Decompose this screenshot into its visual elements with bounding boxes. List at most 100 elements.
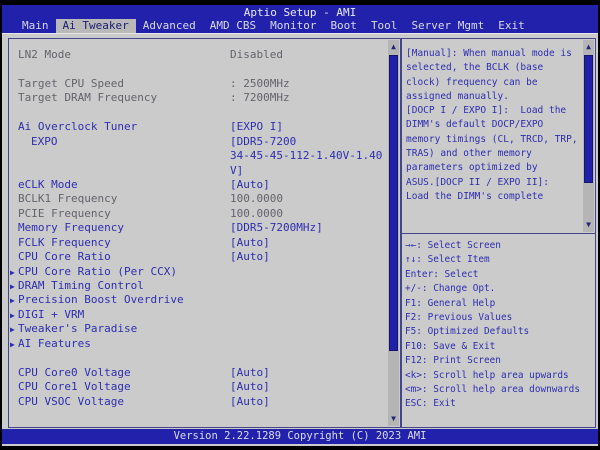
setting-value: : 7200MHz bbox=[230, 91, 290, 105]
setting-label: CPU VSOC Voltage bbox=[18, 395, 124, 408]
help-text-line: clock) frequency can be bbox=[406, 76, 581, 90]
setting-label: DRAM Timing Control bbox=[18, 279, 144, 292]
setting-row-cpu-core-ratio[interactable]: CPU Core Ratio [Auto] bbox=[9, 250, 387, 264]
setting-row-bclk1-frequency: BCLK1 Frequency100.0000 bbox=[9, 192, 387, 206]
submenu-arrow-icon: ▶ bbox=[10, 323, 15, 337]
setting-row-target-dram-frequency: Target DRAM Frequency : 7200MHz bbox=[9, 91, 387, 105]
help-text-line: memory timings (CL, TRCD, TRP, bbox=[406, 133, 581, 147]
help-text-line: Load the DIMM's complete bbox=[406, 190, 581, 204]
help-text: [Manual]: When manual mode isselected, t… bbox=[402, 39, 595, 204]
setting-row-fclk-frequency[interactable]: FCLK Frequency[Auto] bbox=[9, 236, 387, 250]
setting-row-cpu-vsoc-voltage[interactable]: CPU VSOC Voltage [Auto] bbox=[9, 395, 387, 409]
setting-value: Disabled bbox=[230, 48, 283, 62]
setting-value: [Auto] bbox=[230, 366, 270, 380]
setting-label: CPU Core1 Voltage bbox=[18, 380, 131, 393]
setting-label: Target DRAM Frequency bbox=[18, 91, 157, 104]
setting-value: [Auto] bbox=[230, 380, 270, 394]
hotkey-line: F2: Previous Values bbox=[405, 311, 595, 325]
scroll-up-icon[interactable]: ▲ bbox=[388, 41, 399, 53]
setting-label: eCLK Mode bbox=[18, 178, 78, 191]
setting-label: Memory Frequency bbox=[18, 221, 124, 234]
setting-label: BCLK1 Frequency bbox=[18, 192, 117, 205]
submenu-item-precision-boost-overdrive[interactable]: ▶Precision Boost Overdrive bbox=[9, 293, 387, 307]
setting-label: Ai Overclock Tuner bbox=[18, 120, 137, 133]
menu-tab-ai-tweaker[interactable]: Ai Tweaker bbox=[56, 19, 136, 33]
submenu-arrow-icon: ▶ bbox=[10, 294, 15, 308]
hotkey-line: ↑↓: Select Item bbox=[405, 253, 595, 267]
submenu-item-tweaker-s-paradise[interactable]: ▶Tweaker's Paradise bbox=[9, 322, 387, 336]
help-text-area: [Manual]: When manual mode isselected, t… bbox=[402, 39, 595, 234]
menu-tab-main[interactable]: Main bbox=[15, 19, 56, 33]
submenu-item-ai-features[interactable]: ▶AI Features bbox=[9, 337, 387, 351]
setting-row-continuation[interactable]: V] bbox=[9, 164, 387, 178]
hotkey-line: Enter: Select bbox=[405, 268, 595, 282]
help-text-line: TRAS) and other memory bbox=[406, 147, 581, 161]
submenu-item-digi-vrm[interactable]: ▶DIGI + VRM bbox=[9, 308, 387, 322]
setting-label: AI Features bbox=[18, 337, 91, 350]
setting-value: 100.0000 bbox=[230, 207, 283, 221]
hotkey-legend: →←: Select Screen↑↓: Select ItemEnter: S… bbox=[402, 234, 595, 412]
setting-label: CPU Core Ratio bbox=[18, 250, 111, 263]
menu-tab-amd-cbs[interactable]: AMD CBS bbox=[203, 19, 263, 33]
menu-tab-advanced[interactable]: Advanced bbox=[136, 19, 203, 33]
setting-row-pcie-frequency: PCIE Frequency 100.0000 bbox=[9, 207, 387, 221]
submenu-item-cpu-core-ratio-per-ccx[interactable]: ▶CPU Core Ratio (Per CCX) bbox=[9, 265, 387, 279]
scrollbar-thumb[interactable] bbox=[389, 55, 398, 351]
hotkey-line: F10: Save & Exit bbox=[405, 340, 595, 354]
setting-value: [Auto] bbox=[230, 250, 270, 264]
scroll-down-icon[interactable]: ▼ bbox=[388, 413, 399, 425]
submenu-item-dram-timing-control[interactable]: ▶DRAM Timing Control bbox=[9, 279, 387, 293]
menu-tab-exit[interactable]: Exit bbox=[491, 19, 532, 33]
settings-list: LN2 ModeDisabled Target CPU Speed: 2500MH… bbox=[9, 48, 387, 409]
setting-label: CPU Core Ratio (Per CCX) bbox=[18, 265, 177, 278]
submenu-arrow-icon: ▶ bbox=[10, 338, 15, 352]
help-scrollbar[interactable]: ▲ ▼ bbox=[583, 40, 594, 232]
help-text-line: selected, the BCLK (base bbox=[406, 61, 581, 75]
menu-tab-tool[interactable]: Tool bbox=[364, 19, 405, 33]
menu-tab-server-mgmt[interactable]: Server Mgmt bbox=[404, 19, 491, 33]
setting-row-cpu-core0-voltage[interactable]: CPU Core0 Voltage[Auto] bbox=[9, 366, 387, 380]
setting-row-ln2-mode: LN2 ModeDisabled bbox=[9, 48, 387, 62]
hotkey-line: +/-: Change Opt. bbox=[405, 282, 595, 296]
hotkey-line: F1: General Help bbox=[405, 297, 595, 311]
help-text-line: assigned manually. bbox=[406, 90, 581, 104]
setting-value: [EXPO I] bbox=[230, 120, 283, 134]
setting-label: FCLK Frequency bbox=[18, 236, 111, 249]
menu-tab-monitor[interactable]: Monitor bbox=[263, 19, 323, 33]
help-text-line: ASUS.[DOCP II / EXPO II]: bbox=[406, 176, 581, 190]
setting-label: Precision Boost Overdrive bbox=[18, 293, 184, 306]
help-text-line: [DOCP I / EXPO I]: Load the bbox=[406, 104, 581, 118]
hotkey-line: <k>: Scroll help area upwards bbox=[405, 369, 595, 383]
setting-row-target-cpu-speed: Target CPU Speed: 2500MHz bbox=[9, 77, 387, 91]
hotkey-line: ESC: Exit bbox=[405, 397, 595, 411]
setting-row-cpu-core1-voltage[interactable]: CPU Core1 Voltage [Auto] bbox=[9, 380, 387, 394]
setting-row-expo[interactable]: EXPO[DDR5-7200 bbox=[9, 135, 387, 149]
setting-value: [Auto] bbox=[230, 395, 270, 409]
setting-label: DIGI + VRM bbox=[18, 308, 84, 321]
scrollbar-thumb[interactable] bbox=[584, 55, 593, 183]
setting-label: PCIE Frequency bbox=[18, 207, 111, 220]
hotkey-legend-area: →←: Select Screen↑↓: Select ItemEnter: S… bbox=[402, 234, 595, 427]
setting-value: : 2500MHz bbox=[230, 77, 290, 91]
setting-value: [DDR5-7200MHz] bbox=[230, 221, 323, 235]
submenu-arrow-icon: ▶ bbox=[10, 280, 15, 294]
titlebar: Aptio Setup - AMI MainAi TweakerAdvanced… bbox=[2, 5, 598, 33]
setting-row-continuation[interactable]: 34-45-45-112-1.40V-1.40 bbox=[9, 149, 387, 163]
page-title: Aptio Setup - AMI bbox=[2, 5, 598, 19]
blank-row bbox=[9, 106, 387, 120]
scroll-up-icon[interactable]: ▲ bbox=[583, 41, 594, 53]
hotkey-line: F5: Optimized Defaults bbox=[405, 325, 595, 339]
setting-value: 34-45-45-112-1.40V-1.40 bbox=[230, 149, 382, 163]
setting-row-memory-frequency[interactable]: Memory Frequency [DDR5-7200MHz] bbox=[9, 221, 387, 235]
hotkey-line: →←: Select Screen bbox=[405, 239, 595, 253]
setting-row-ai-overclock-tuner[interactable]: Ai Overclock Tuner [EXPO I] bbox=[9, 120, 387, 134]
settings-scrollbar[interactable]: ▲ ▼ bbox=[388, 40, 399, 426]
setting-label: EXPO bbox=[31, 135, 58, 148]
menu-tab-boot[interactable]: Boot bbox=[323, 19, 364, 33]
setting-row-eclk-mode[interactable]: eCLK Mode[Auto] bbox=[9, 178, 387, 192]
blank-row bbox=[9, 62, 387, 76]
setting-value: V] bbox=[230, 164, 243, 178]
setting-label: Tweaker's Paradise bbox=[18, 322, 137, 335]
scroll-down-icon[interactable]: ▼ bbox=[583, 219, 594, 231]
hotkey-line: <m>: Scroll help area downwards bbox=[405, 383, 595, 397]
